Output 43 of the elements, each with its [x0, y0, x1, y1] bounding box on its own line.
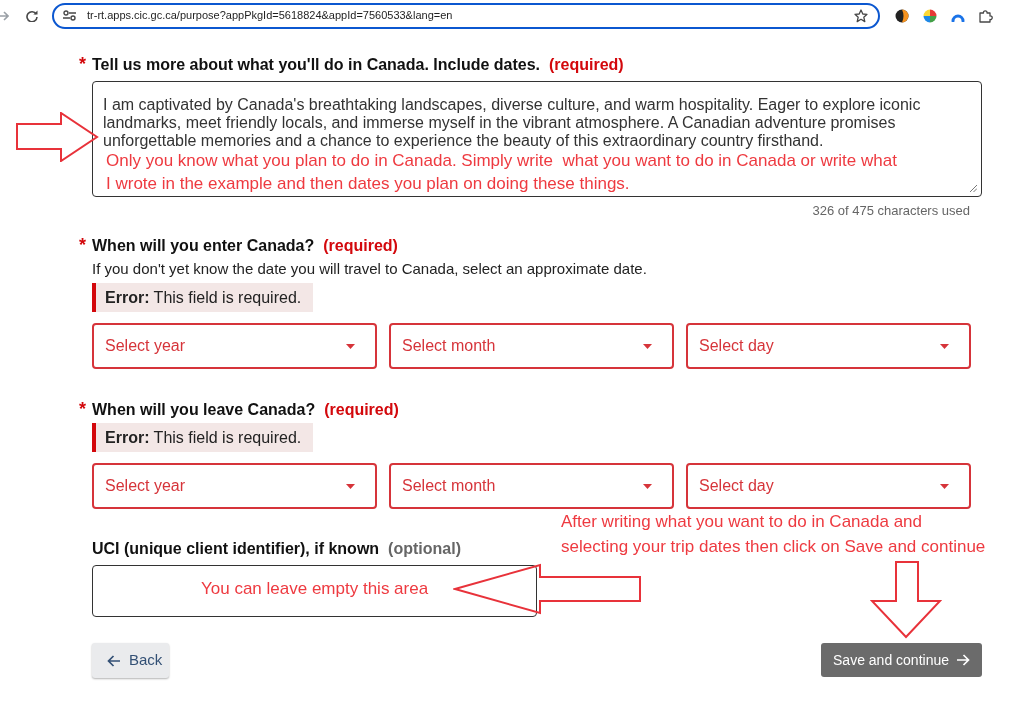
arrow-left-icon [107, 654, 120, 667]
required-asterisk: * [79, 234, 87, 256]
puzzle-icon[interactable] [979, 8, 993, 23]
half-circle-logo-icon[interactable] [895, 8, 909, 23]
annotation-note: You can leave empty this area [201, 578, 429, 600]
save-button[interactable]: Save and continue [821, 643, 982, 677]
required-tag: (required) [323, 235, 398, 257]
select-field[interactable]: Select year [92, 463, 377, 509]
annotation-note: After writing what you want to do in Canada and selecting your trip dates then click on Save and continue [561, 511, 986, 558]
resize-handle-icon [970, 185, 977, 192]
caret-icon [346, 343, 355, 349]
field-label: UCI (unique client identifier), if known [92, 539, 380, 559]
address-bar[interactable]: tr-rt.apps.cic.gc.ca/purpose?appPkgId=5618824&appId=7560533&lang=en [52, 2, 880, 29]
character-counter: 326 of 475 characters used [812, 202, 970, 220]
caret-icon [940, 343, 949, 349]
reload-icon[interactable] [26, 9, 38, 22]
required-asterisk: * [79, 398, 87, 420]
pinwheel-icon[interactable] [923, 8, 937, 23]
field-label: When will you enter Canada? [92, 236, 315, 256]
select-field[interactable]: Select month [389, 323, 674, 369]
select-field[interactable]: Select day [686, 323, 971, 369]
select-field[interactable]: Select day [686, 463, 971, 509]
required-tag: (required) [324, 399, 399, 421]
required-tag: (required) [549, 54, 624, 76]
star-icon[interactable] [854, 8, 868, 23]
hint-text: If you don't yet know the date you will travel to Canada, select an approximate date. [92, 259, 647, 279]
error-message: Error: This field is required. [105, 287, 302, 308]
caret-icon [643, 483, 652, 489]
caret-icon [940, 483, 949, 489]
caret-icon [643, 343, 652, 349]
required-asterisk: * [79, 53, 87, 75]
field-label: Tell us more about what you'll do in Canada. Include dates. [92, 55, 540, 75]
field-label: When will you leave Canada? [92, 400, 316, 420]
tune-icon[interactable] [63, 10, 76, 21]
arrow-right-icon [957, 654, 970, 666]
select-field[interactable]: Select month [389, 463, 674, 509]
select-field[interactable]: Select year [92, 323, 377, 369]
optional-tag: (optional) [388, 538, 461, 560]
caret-icon [346, 483, 355, 489]
back-button[interactable]: Back [92, 643, 169, 678]
annotation-note: Only you know what you plan to do in Canada. Simply write what you want to do in Canada or write what I wrote in the example and then dates you plan on doing these things. [106, 150, 897, 195]
forward-icon[interactable] [0, 10, 9, 21]
error-message: Error: This field is required. [105, 427, 302, 448]
